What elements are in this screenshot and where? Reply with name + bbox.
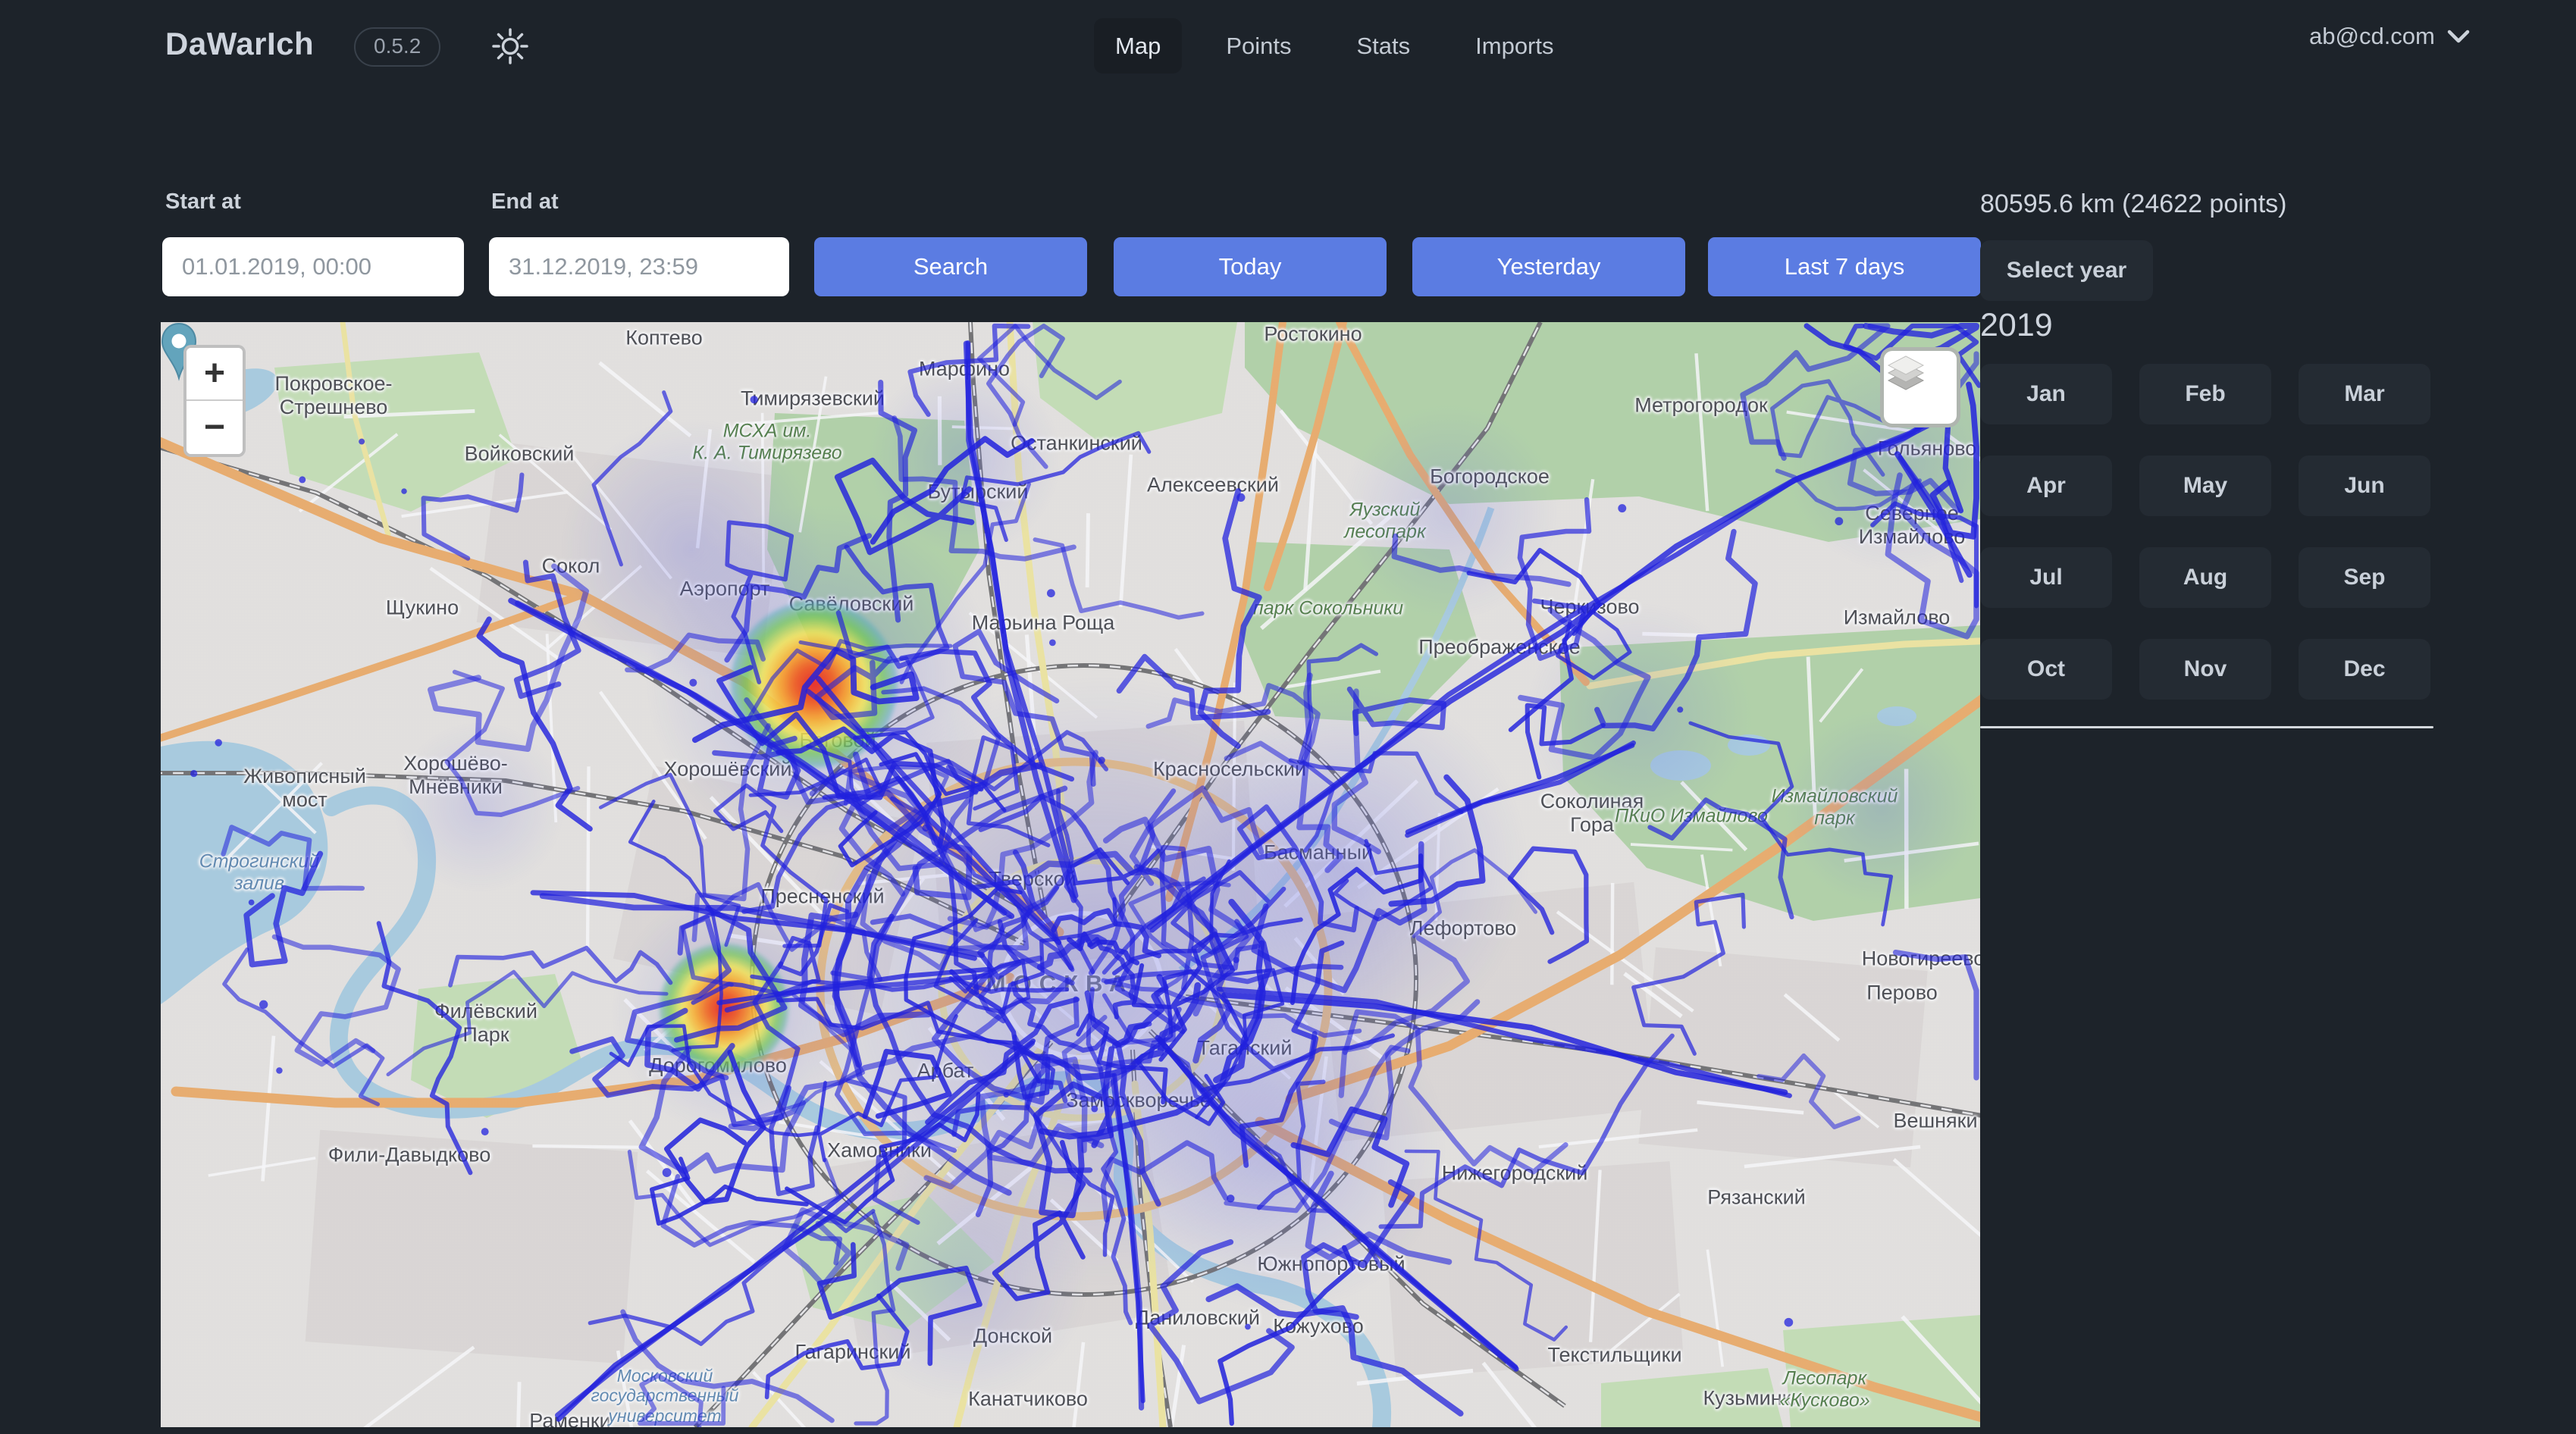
tab-stats[interactable]: Stats xyxy=(1335,18,1431,74)
month-button-sep[interactable]: Sep xyxy=(2299,547,2430,608)
gps-tracks-layer xyxy=(161,322,1980,1427)
yesterday-button[interactable]: Yesterday xyxy=(1412,237,1685,296)
month-button-feb[interactable]: Feb xyxy=(2139,364,2271,424)
version-badge: 0.5.2 xyxy=(354,27,440,67)
month-button-mar[interactable]: Mar xyxy=(2299,364,2430,424)
sun-icon xyxy=(489,25,531,67)
month-button-dec[interactable]: Dec xyxy=(2299,639,2430,700)
tab-map[interactable]: Map xyxy=(1094,18,1182,74)
distance-points-summary: 80595.6 km (24622 points) xyxy=(1980,189,2286,219)
month-button-jul[interactable]: Jul xyxy=(1980,547,2112,608)
tab-imports[interactable]: Imports xyxy=(1454,18,1575,74)
account-menu[interactable]: ab@cd.com xyxy=(2309,23,2470,50)
month-grid: Jan Feb Mar Apr May Jun Jul Aug Sep Oct Nov Dec xyxy=(1980,364,2430,700)
month-button-jan[interactable]: Jan xyxy=(1980,364,2112,424)
layers-icon xyxy=(1884,351,1928,395)
month-button-oct[interactable]: Oct xyxy=(1980,639,2112,700)
nav-tabs: Map Points Stats Imports xyxy=(1094,18,1575,74)
month-button-may[interactable]: May xyxy=(2139,456,2271,516)
search-button[interactable]: Search xyxy=(814,237,1087,296)
account-email: ab@cd.com xyxy=(2309,23,2435,50)
month-button-jun[interactable]: Jun xyxy=(2299,456,2430,516)
year-heading: 2019 xyxy=(1980,307,2053,344)
month-button-aug[interactable]: Aug xyxy=(2139,547,2271,608)
last-7-days-button[interactable]: Last 7 days xyxy=(1708,237,1981,296)
zoom-in-button[interactable]: + xyxy=(186,348,243,401)
zoom-out-button[interactable]: − xyxy=(186,401,243,454)
tab-points[interactable]: Points xyxy=(1205,18,1312,74)
layers-control[interactable] xyxy=(1880,347,1960,427)
zoom-control: + − xyxy=(183,345,246,457)
month-button-apr[interactable]: Apr xyxy=(1980,456,2112,516)
select-year-button[interactable]: Select year xyxy=(1980,240,2153,301)
end-at-input[interactable] xyxy=(489,237,789,296)
start-at-input[interactable] xyxy=(162,237,464,296)
start-at-label: Start at xyxy=(165,189,241,214)
month-button-nov[interactable]: Nov xyxy=(2139,639,2271,700)
app-root: DaWarIch 0.5.2 Map Points Stats Imports … xyxy=(0,0,2576,1434)
theme-toggle-button[interactable] xyxy=(489,25,531,67)
sidebar-divider xyxy=(1980,726,2433,728)
end-at-label: End at xyxy=(491,189,559,214)
app-logo: DaWarIch xyxy=(165,26,314,62)
map-canvas[interactable]: КоптевоМарфиноТимирязевскийОстанкинскийР… xyxy=(161,322,1980,1427)
today-button[interactable]: Today xyxy=(1114,237,1387,296)
chevron-down-icon xyxy=(2447,29,2470,44)
